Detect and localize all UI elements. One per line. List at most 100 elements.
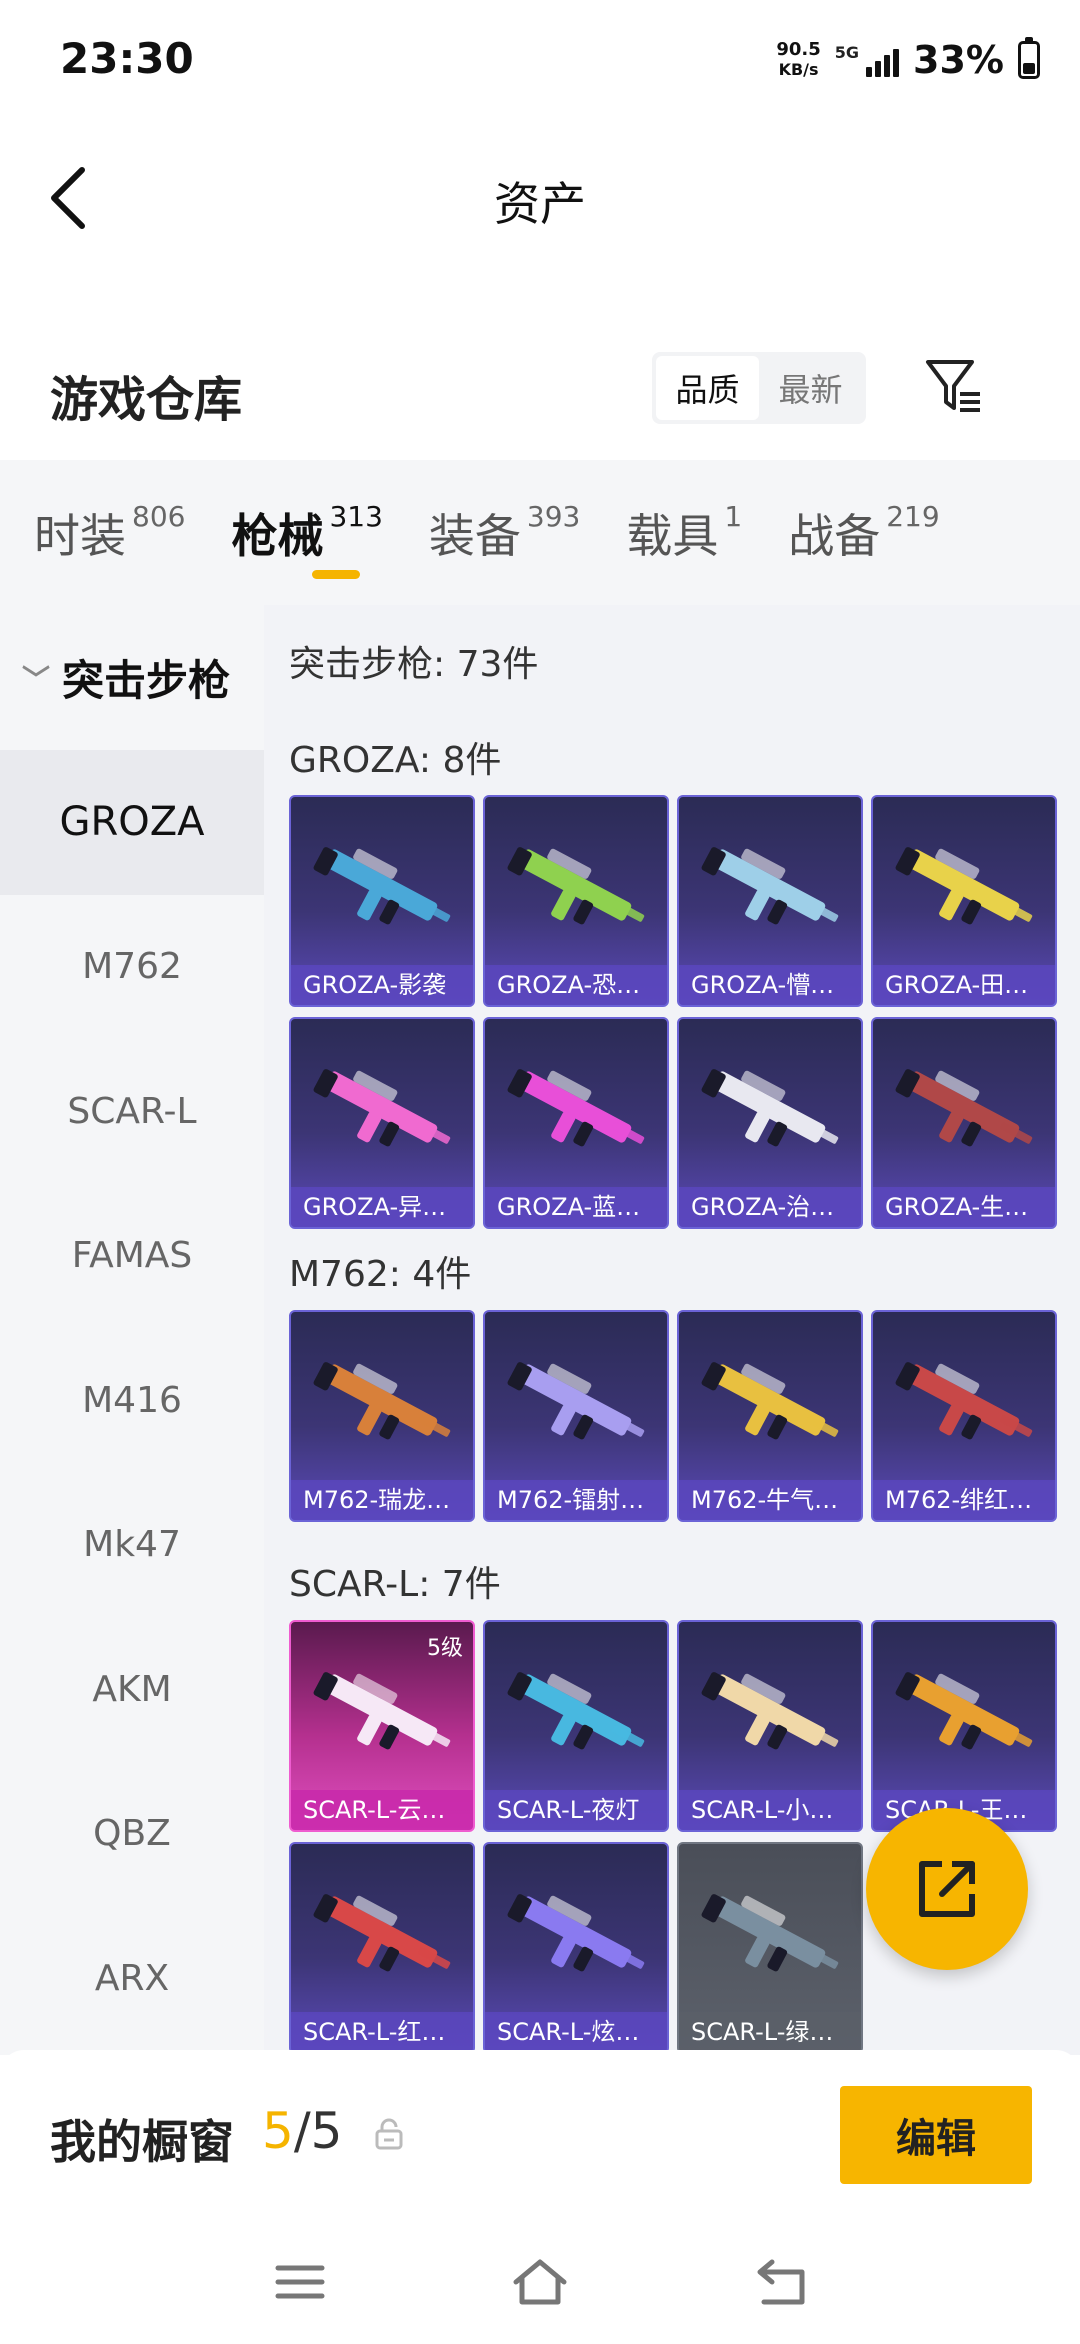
weapon-skin-card[interactable]: SCAR-L-炫… — [483, 1842, 669, 2054]
weapon-skin-image — [895, 1672, 1033, 1750]
sidebar-item-famas[interactable]: FAMAS — [0, 1184, 264, 1329]
weapon-skin-image — [895, 1362, 1033, 1440]
skin-level-badge: 5级 — [427, 1636, 463, 1661]
page-title: 资产 — [494, 177, 586, 231]
showcase-separator: / — [293, 2102, 311, 2160]
weapon-skin-card[interactable]: SCAR-L-绿… — [677, 1842, 863, 2054]
network-speed: 90.5 KB/s — [776, 40, 820, 80]
showcase-max: 5 — [310, 2102, 343, 2160]
share-button[interactable] — [866, 1808, 1028, 1970]
sidebar-item-arx[interactable]: ARX — [0, 1906, 264, 2051]
weapon-skin-card[interactable]: GROZA-田… — [871, 795, 1057, 1007]
battery-percent: 33% — [913, 38, 1004, 82]
weapon-skin-image — [895, 1069, 1033, 1147]
weapon-skin-card[interactable]: GROZA-生… — [871, 1017, 1057, 1229]
weapon-skin-card[interactable]: M762-镭射… — [483, 1310, 669, 1522]
weapon-skin-card[interactable]: GROZA-异… — [289, 1017, 475, 1229]
weapon-skin-image — [313, 847, 451, 925]
weapon-skin-image — [507, 1069, 645, 1147]
category-tabs: 时装 806 枪械 313 装备 393 载具 1 战备 219 — [0, 460, 1080, 605]
sort-toggle: 品质 最新 — [652, 352, 866, 424]
weapon-skin-image — [507, 847, 645, 925]
weapon-skin-name: GROZA-田… — [873, 965, 1055, 1005]
tab-count: 806 — [132, 500, 186, 533]
weapon-skin-card[interactable]: GROZA-懵… — [677, 795, 863, 1007]
weapon-skin-card[interactable]: SCAR-L-王… — [871, 1620, 1057, 1832]
menu-icon[interactable] — [270, 2252, 330, 2312]
weapon-skin-name: GROZA-蓝… — [485, 1187, 667, 1227]
status-bar: 23:30 90.5 KB/s 5G 33% — [0, 0, 1080, 120]
showcase-count: 5/5 — [262, 2102, 342, 2160]
weapon-skin-card[interactable]: M762-绯红… — [871, 1310, 1057, 1522]
sidebar-group-label: 突击步枪 — [62, 656, 231, 705]
sidebar-item-m416[interactable]: M416 — [0, 1328, 264, 1473]
weapon-skin-card[interactable]: M762-牛气… — [677, 1310, 863, 1522]
weapon-skin-card[interactable]: GROZA-影袭 — [289, 795, 475, 1007]
weapon-skin-image — [701, 1362, 839, 1440]
weapon-skin-name: SCAR-L-红… — [291, 2012, 473, 2052]
weapon-skin-card[interactable]: GROZA-恐… — [483, 795, 669, 1007]
showcase-current: 5 — [262, 2102, 294, 2160]
sidebar-item-mk47[interactable]: Mk47 — [0, 1473, 264, 1618]
weapon-skin-image — [701, 847, 839, 925]
sidebar-item-qbz[interactable]: QBZ — [0, 1762, 264, 1907]
tab-count: 1 — [724, 500, 743, 533]
weapon-skin-name: GROZA-影袭 — [291, 965, 473, 1005]
weapon-skin-name: GROZA-生… — [873, 1187, 1055, 1227]
sidebar-item-m762[interactable]: M762 — [0, 895, 264, 1040]
weapon-skin-card[interactable]: SCAR-L-红… — [289, 1842, 475, 2054]
weapon-skin-image — [701, 1894, 839, 1972]
weapon-skin-image — [895, 847, 1033, 925]
weapon-skin-image — [701, 1672, 839, 1750]
weapon-skin-image — [313, 1069, 451, 1147]
category-total: 突击步枪: 73件 — [289, 644, 539, 685]
tab-count: 313 — [329, 500, 383, 533]
weapon-skin-image — [313, 1894, 451, 1972]
network-speed-value: 90.5 — [776, 39, 821, 60]
active-tab-indicator — [312, 570, 360, 579]
weapon-skin-image — [313, 1362, 451, 1440]
weapon-skin-name: GROZA-异… — [291, 1187, 473, 1227]
tab-label: 战备 — [788, 508, 881, 563]
share-icon — [919, 1861, 975, 1917]
weapon-skin-name: M762-牛气… — [679, 1480, 861, 1520]
status-time: 23:30 — [60, 34, 194, 83]
showcase-label: 我的橱窗 — [50, 2115, 234, 2169]
weapon-skin-name: SCAR-L-炫… — [485, 2012, 667, 2052]
filter-icon[interactable] — [922, 354, 986, 418]
weapon-skin-image — [701, 1069, 839, 1147]
sidebar-group-assault-rifle[interactable]: ﹀ 突击步枪 — [0, 605, 264, 750]
weapon-skin-card[interactable]: GROZA-治… — [677, 1017, 863, 1229]
tab-vehicles[interactable]: 载具 1 — [580, 460, 742, 605]
signal-icon: 5G — [835, 43, 900, 77]
weapon-sidebar: ﹀ 突击步枪 GROZA M762 SCAR-L FAMAS M416 Mk47… — [0, 605, 264, 2055]
chevron-down-icon: ﹀ — [22, 662, 51, 696]
sort-option-newest[interactable]: 最新 — [759, 356, 862, 420]
tab-fashion[interactable]: 时装 806 — [0, 460, 185, 605]
sidebar-item-groza[interactable]: GROZA — [0, 750, 264, 895]
weapon-skin-card[interactable]: GROZA-蓝… — [483, 1017, 669, 1229]
tab-guns[interactable]: 枪械 313 — [185, 460, 382, 605]
tab-supplies[interactable]: 战备 219 — [742, 460, 939, 605]
back-nav-icon[interactable] — [752, 2252, 812, 2312]
network-speed-unit: KB/s — [778, 60, 819, 79]
edit-showcase-button[interactable]: 编辑 — [840, 2086, 1032, 2184]
weapon-skin-card[interactable]: 5级 SCAR-L-云… — [289, 1620, 475, 1832]
tab-count: 219 — [886, 500, 940, 533]
weapon-skin-name: SCAR-L-小… — [679, 1790, 861, 1830]
sort-option-quality[interactable]: 品质 — [656, 356, 759, 420]
weapon-skin-name: M762-绯红… — [873, 1480, 1055, 1520]
weapon-skin-card[interactable]: SCAR-L-小… — [677, 1620, 863, 1832]
weapon-skin-name: GROZA-懵… — [679, 965, 861, 1005]
group-title-groza: GROZA: 8件 — [289, 740, 502, 781]
tab-label: 枪械 — [231, 508, 324, 563]
sidebar-item-scar-l[interactable]: SCAR-L — [0, 1039, 264, 1184]
weapon-skin-card[interactable]: SCAR-L-夜灯 — [483, 1620, 669, 1832]
weapon-skin-name: GROZA-恐… — [485, 965, 667, 1005]
sidebar-item-akm[interactable]: AKM — [0, 1617, 264, 1762]
lock-icon — [374, 2118, 404, 2150]
weapon-skin-card[interactable]: M762-瑞龙… — [289, 1310, 475, 1522]
home-icon[interactable] — [510, 2252, 570, 2312]
tab-equipment[interactable]: 装备 393 — [383, 460, 580, 605]
weapon-skin-name: M762-瑞龙… — [291, 1480, 473, 1520]
